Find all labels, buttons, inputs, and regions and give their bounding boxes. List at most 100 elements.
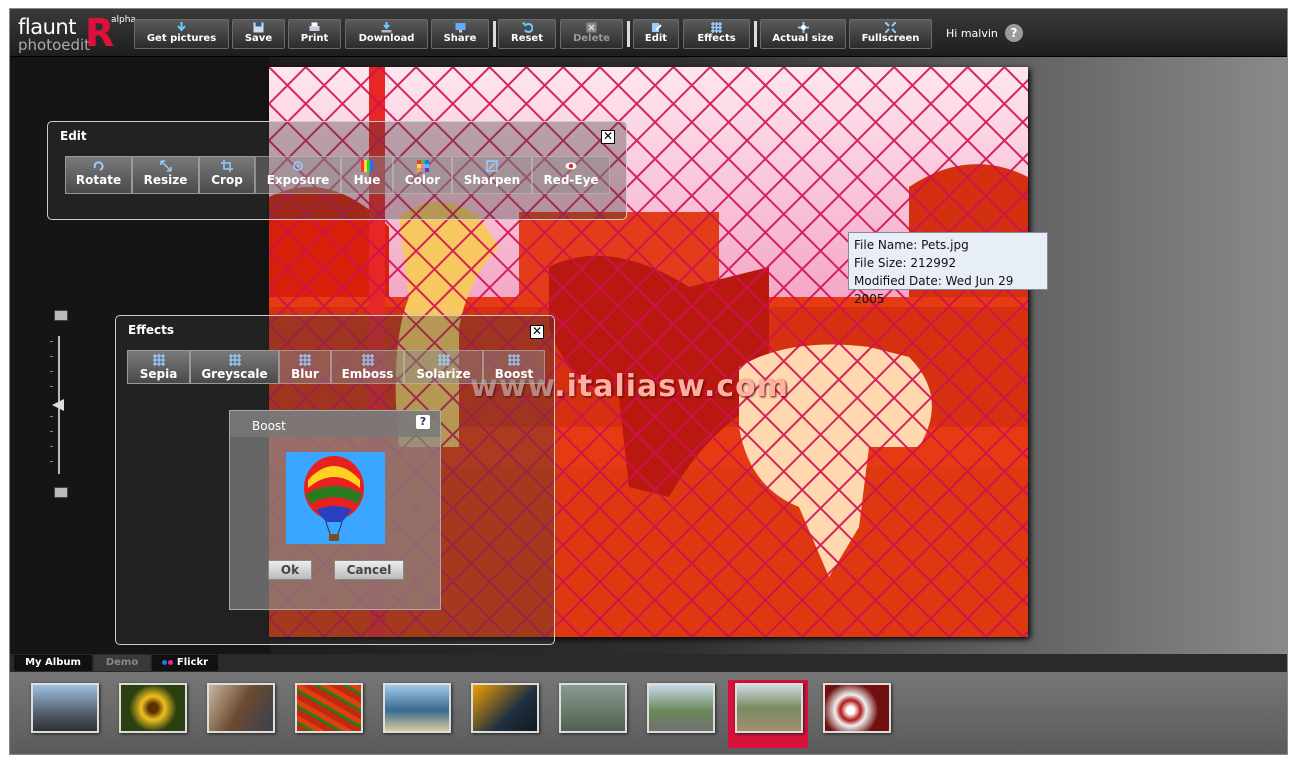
tab-flickr-label: Flickr — [176, 657, 209, 668]
get-pictures-button[interactable]: Get pictures — [134, 19, 229, 49]
sepia-button[interactable]: Sepia — [127, 350, 190, 384]
zoom-out-icon[interactable] — [54, 487, 68, 498]
solarize-button[interactable]: Solarize — [404, 350, 483, 384]
toolbar-separator — [754, 21, 757, 47]
undo-icon — [521, 22, 533, 33]
printer-icon — [309, 22, 320, 31]
zoom-tick — [50, 416, 53, 417]
thumbnail-strip — [10, 672, 1287, 754]
album-tabs: My Album Demo Flickr — [10, 654, 1287, 672]
logo: flaunt photoedit R alpha — [18, 11, 138, 55]
reset-button[interactable]: Reset — [498, 19, 556, 49]
download-button[interactable]: Download — [345, 19, 428, 49]
thumbnail-dogs[interactable] — [735, 683, 803, 733]
grid-icon — [711, 22, 722, 33]
hot-air-balloon-icon — [286, 452, 385, 544]
logo-sub: photoedit — [18, 36, 91, 54]
color-button[interactable]: Color — [393, 156, 452, 194]
hue-rainbow-icon — [361, 160, 373, 172]
zoom-slider-handle[interactable] — [52, 399, 64, 411]
thumbnail-duck[interactable] — [559, 683, 627, 733]
edit-panel-title: Edit — [60, 129, 87, 143]
crop-button[interactable]: Crop — [199, 156, 255, 194]
grid-icon — [228, 354, 241, 366]
share-button[interactable]: Share — [431, 19, 489, 49]
edit-icon — [651, 23, 662, 32]
resize-button[interactable]: Resize — [132, 156, 199, 194]
zoom-tick — [50, 446, 53, 447]
zoom-in-icon[interactable] — [54, 310, 68, 321]
zoom-tick — [50, 431, 53, 432]
close-icon[interactable]: ✕ — [530, 325, 544, 339]
user-greeting: Hi malvin — [946, 27, 998, 40]
actual-size-button[interactable]: Actual size — [760, 19, 846, 49]
tab-demo[interactable]: Demo — [94, 655, 150, 671]
delete-x-icon — [586, 22, 597, 33]
exposure-button[interactable]: Exposure — [255, 156, 341, 194]
actual-size-icon — [797, 22, 809, 33]
help-icon[interactable]: ? — [416, 415, 430, 429]
app-window: flaunt photoedit R alpha Get pictures Sa… — [9, 8, 1288, 755]
toolbar-separator — [493, 21, 496, 47]
thumbnail-beach[interactable] — [383, 683, 451, 733]
ok-button[interactable]: Ok — [268, 560, 312, 580]
thumbnail-bird-of-paradise[interactable] — [471, 683, 539, 733]
boost-button[interactable]: Boost — [483, 350, 545, 384]
toolbar: flaunt photoedit R alpha Get pictures Sa… — [10, 9, 1287, 57]
effects-button[interactable]: Effects — [683, 19, 750, 49]
zoom-tick — [50, 461, 53, 462]
sharpen-icon — [486, 160, 498, 172]
rotate-button[interactable]: Rotate — [65, 156, 132, 194]
help-icon[interactable]: ? — [1005, 24, 1023, 42]
blur-button[interactable]: Blur — [279, 350, 331, 384]
effects-panel-title: Effects — [128, 323, 175, 337]
color-grid-icon — [416, 160, 429, 172]
zoom-tick — [50, 356, 53, 357]
grid-icon — [361, 354, 374, 366]
print-button[interactable]: Print — [288, 19, 341, 49]
red-eye-button[interactable]: Red-Eye — [532, 156, 610, 194]
thumbnail-road[interactable] — [647, 683, 715, 733]
tab-my-album[interactable]: My Album — [14, 655, 92, 671]
logo-badge: alpha — [111, 15, 136, 25]
resize-icon — [159, 160, 172, 172]
share-monitor-icon — [455, 23, 465, 33]
sharpen-button[interactable]: Sharpen — [452, 156, 532, 194]
thumbnail-chili-peppers[interactable] — [295, 683, 363, 733]
boost-preview-image — [286, 452, 385, 544]
grid-icon — [152, 354, 165, 366]
boost-dialog: Boost ? Ok Cancel — [229, 410, 441, 610]
fullscreen-button[interactable]: Fullscreen — [849, 19, 932, 49]
flickr-icon-dot — [167, 660, 173, 665]
thumbnail-highway[interactable] — [31, 683, 99, 733]
rotate-icon — [93, 161, 104, 171]
grid-icon — [437, 354, 450, 366]
grid-icon — [299, 354, 311, 366]
floppy-disk-icon — [253, 22, 264, 33]
fullscreen-icon — [885, 22, 896, 33]
download-arrow-icon — [177, 22, 186, 32]
exposure-icon — [293, 161, 303, 171]
flickr-icon — [161, 660, 167, 665]
close-icon[interactable]: ✕ — [601, 130, 615, 144]
greyscale-button[interactable]: Greyscale — [190, 350, 279, 384]
thumbnail-street[interactable] — [207, 683, 275, 733]
zoom-tick — [50, 386, 53, 387]
cancel-button[interactable]: Cancel — [334, 560, 404, 580]
file-info-tooltip: File Name: Pets.jpg File Size: 212992 Mo… — [848, 232, 1048, 306]
toolbar-separator — [627, 21, 630, 47]
delete-button[interactable]: Delete — [560, 19, 623, 49]
thumbnail-car-wheel[interactable] — [823, 683, 891, 733]
logo-r: R — [85, 11, 115, 55]
tab-flickr[interactable]: Flickr — [152, 655, 218, 671]
edit-panel: Edit ✕ Rotate Resize Crop Exposure Hue C… — [47, 121, 627, 220]
download-tray-icon — [381, 22, 392, 33]
edit-button[interactable]: Edit — [633, 19, 679, 49]
emboss-button[interactable]: Emboss — [331, 350, 404, 384]
file-name: File Name: Pets.jpg — [854, 238, 969, 252]
zoom-tick — [50, 371, 53, 372]
save-button[interactable]: Save — [232, 19, 285, 49]
hue-button[interactable]: Hue — [341, 156, 393, 194]
crop-icon — [221, 160, 233, 172]
thumbnail-sunflower[interactable] — [119, 683, 187, 733]
